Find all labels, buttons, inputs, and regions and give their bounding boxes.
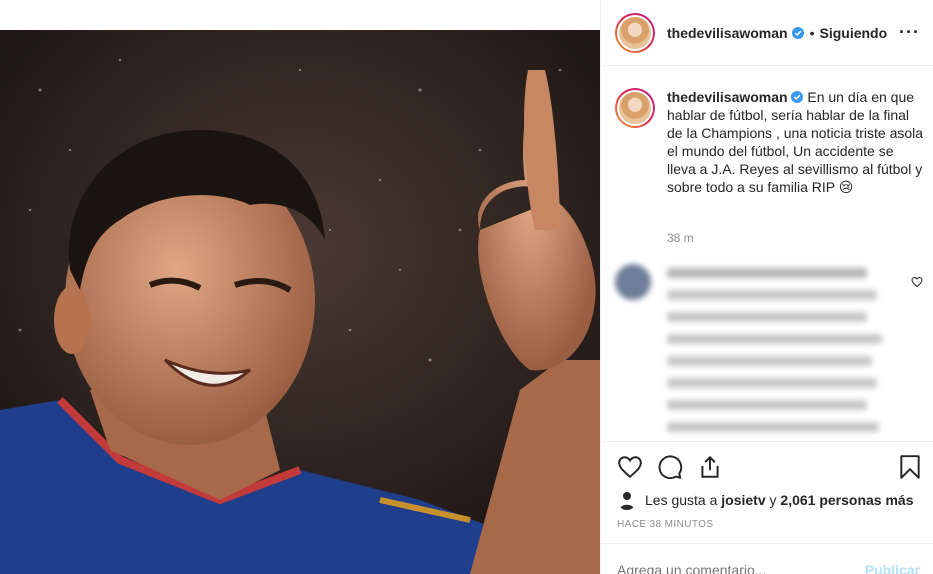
caption-author-avatar[interactable] xyxy=(615,88,655,128)
comment-box: Publicar xyxy=(601,543,933,574)
photo-top-strip xyxy=(0,0,600,30)
comment-like-icon[interactable] xyxy=(911,276,923,288)
caption: thedevilisawoman En un día en que hablar… xyxy=(615,88,925,196)
author-avatar[interactable] xyxy=(615,12,655,53)
likes-count[interactable]: 2,061 personas más xyxy=(780,492,913,508)
blurred-comment xyxy=(615,262,925,440)
likes-summary: Les gusta a josietv y 2,061 personas más xyxy=(617,490,914,510)
liker-avatar[interactable] xyxy=(617,490,637,510)
likes-prefix: Les gusta a xyxy=(645,492,718,508)
heart-icon[interactable] xyxy=(617,454,643,480)
share-icon[interactable] xyxy=(697,454,723,480)
post-photo[interactable] xyxy=(0,30,600,574)
more-options-icon[interactable]: ··· xyxy=(899,22,920,43)
post-image-area[interactable] xyxy=(0,0,600,574)
post-header: thedevilisawoman • Siguiendo ··· xyxy=(601,0,933,66)
separator-dot: • xyxy=(809,24,815,41)
comment-bubble-icon[interactable] xyxy=(657,454,683,480)
liker-username[interactable]: josietv xyxy=(721,492,765,508)
commenter-avatar xyxy=(615,264,651,300)
author-username[interactable]: thedevilisawoman xyxy=(667,25,788,41)
following-button[interactable]: Siguiendo xyxy=(820,25,888,41)
actions-section: Les gusta a josietv y 2,061 personas más… xyxy=(601,441,933,574)
verified-badge-icon xyxy=(791,91,804,103)
verified-badge-icon xyxy=(791,26,804,39)
bookmark-icon[interactable] xyxy=(897,454,923,480)
caption-username[interactable]: thedevilisawoman xyxy=(667,89,788,105)
likes-joiner: y xyxy=(769,492,777,508)
post-details-panel: thedevilisawoman • Siguiendo ··· thedevi… xyxy=(600,0,933,574)
caption-text: thedevilisawoman En un día en que hablar… xyxy=(667,88,925,196)
comment-input[interactable] xyxy=(617,562,847,574)
caption-timestamp[interactable]: 38 m xyxy=(667,231,694,245)
post-timestamp[interactable]: HACE 38 MINUTOS xyxy=(617,519,713,530)
publish-button[interactable]: Publicar xyxy=(865,562,920,574)
